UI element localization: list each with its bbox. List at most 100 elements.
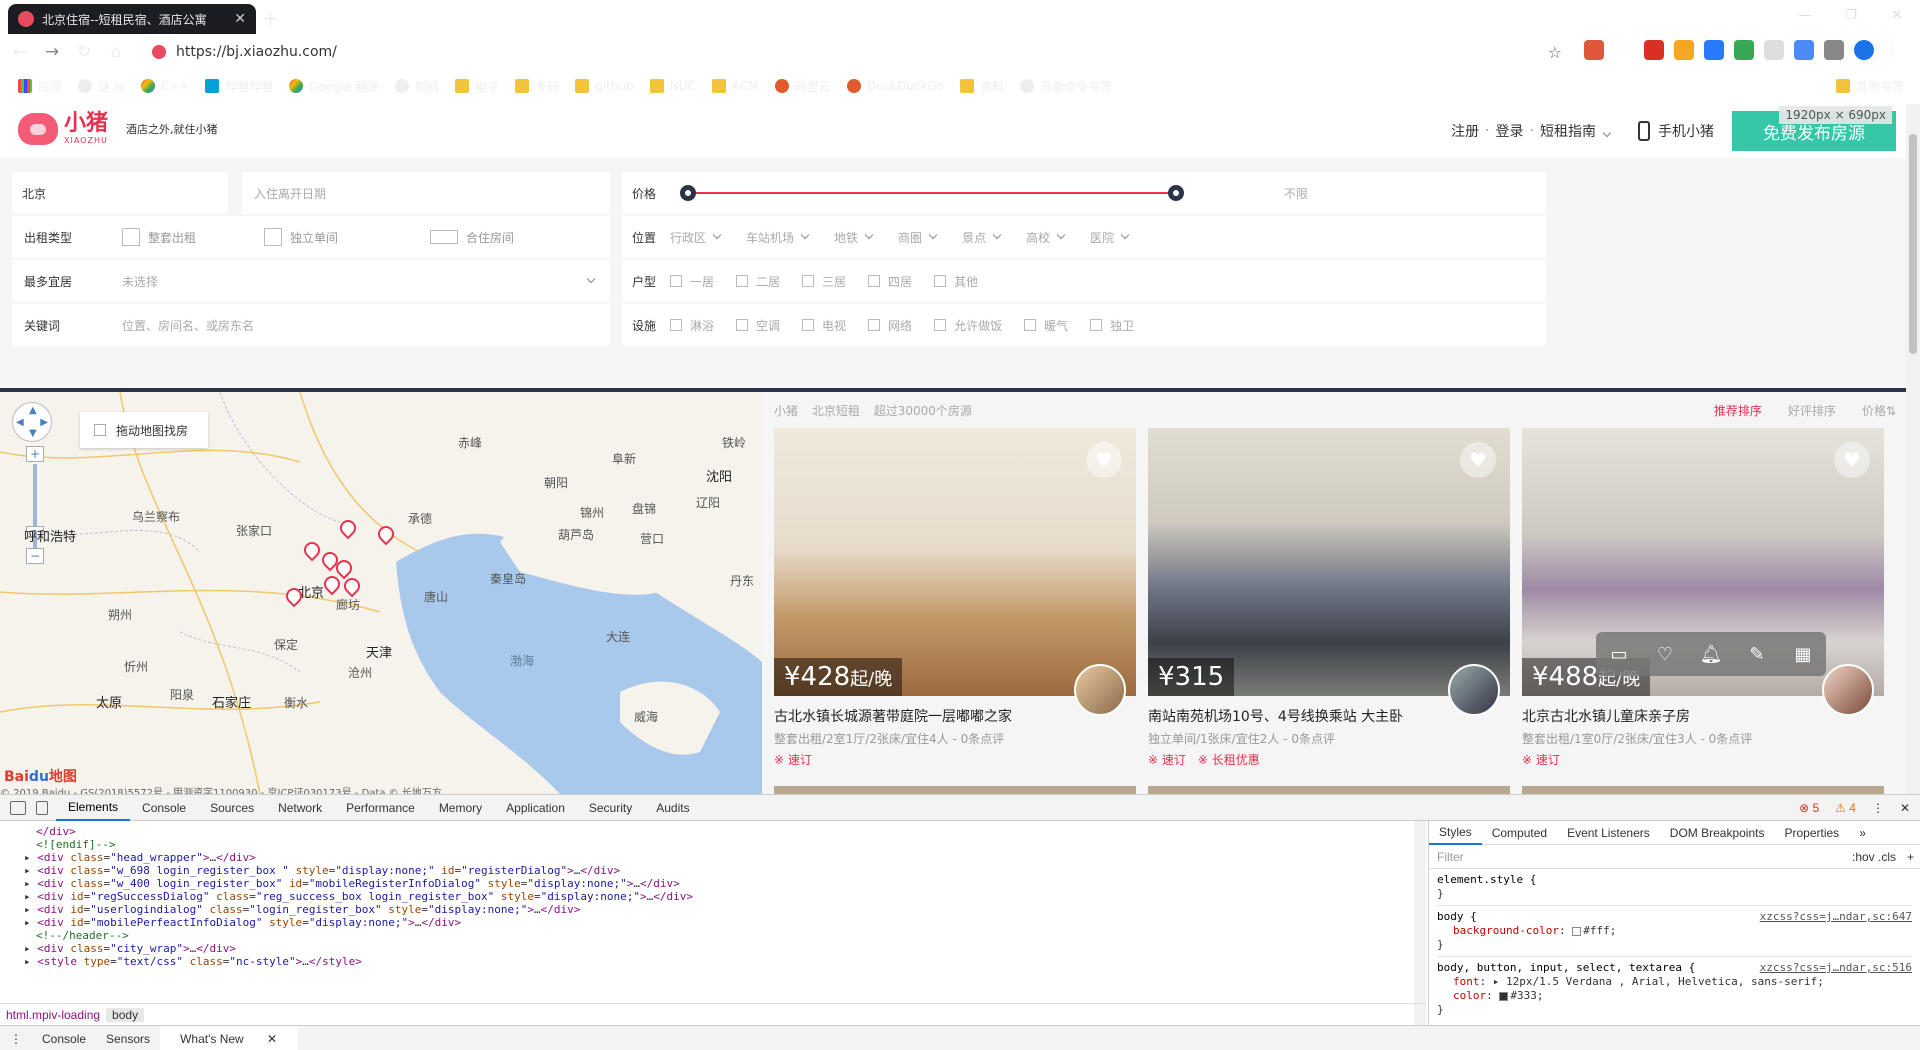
guests-select[interactable]: 最多宜居 未选择 (12, 260, 610, 302)
bookmark-item[interactable]: 阿里云 (769, 74, 837, 98)
baidu-map[interactable]: ▲ ▼ ◀ ▶ + − 拖动地图找房 赤峰 阜新 铁岭 沈阳 乌兰察布 张家口 承德… (0, 392, 762, 794)
price-min-handle[interactable] (680, 185, 696, 201)
drag-map-search-toggle[interactable]: 拖动地图找房 (80, 412, 208, 448)
close-tab-icon[interactable]: ✕ (234, 11, 246, 27)
bookmark-item[interactable]: 万能命令书签 (1014, 74, 1118, 98)
close-window-icon[interactable]: ✕ (1874, 0, 1920, 30)
reload-icon[interactable]: ↻ (68, 38, 100, 66)
zoom-out-icon[interactable]: − (26, 548, 44, 564)
bookmark-item[interactable]: C++ (135, 74, 196, 98)
tab-event-listeners[interactable]: Event Listeners (1557, 821, 1660, 845)
layout-checkbox[interactable]: 一居 (670, 273, 714, 290)
extension-icon[interactable] (1704, 40, 1724, 60)
scrollbar-thumb[interactable] (1909, 134, 1917, 354)
more-tabs-icon[interactable]: » (1849, 821, 1876, 845)
device-toolbar-icon[interactable] (36, 800, 48, 815)
listing-card[interactable]: ♥ ¥315 南站南苑机场10号、4号线换乘站 大主卧 独立单间/1张床/宜住2… (1148, 428, 1510, 768)
home-icon[interactable]: ⌂ (100, 38, 132, 66)
layout-checkbox[interactable]: 三居 (802, 273, 846, 290)
checkbox[interactable] (94, 424, 106, 436)
amenity-checkbox[interactable]: 淋浴 (670, 317, 714, 334)
browser-tab[interactable]: 北京住宿--短租民宿、酒店公寓 ✕ (8, 4, 256, 34)
drawer-tab-sensors[interactable]: Sensors (96, 1032, 160, 1046)
extension-icon[interactable] (1824, 40, 1844, 60)
host-avatar[interactable] (1822, 664, 1874, 716)
host-avatar[interactable] (1448, 664, 1500, 716)
layout-checkbox[interactable]: 二居 (736, 273, 780, 290)
location-hospital[interactable]: 医院 (1090, 229, 1130, 246)
amenity-checkbox[interactable]: 暖气 (1024, 317, 1068, 334)
amenity-checkbox[interactable]: 空调 (736, 317, 780, 334)
price-slider[interactable] (680, 185, 1184, 201)
bookmark-folder[interactable]: 电子 (449, 74, 505, 98)
hov-cls-toggles[interactable]: :hov .cls (1852, 850, 1896, 864)
extension-icon[interactable] (1674, 40, 1694, 60)
listing-photo[interactable]: ♥ ¥315 (1148, 428, 1510, 696)
location-business[interactable]: 商圈 (898, 229, 938, 246)
extension-icon[interactable] (1584, 40, 1604, 60)
login-link[interactable]: 登录 (1496, 121, 1524, 141)
city-field[interactable]: 北京 (12, 172, 228, 214)
favorite-heart-icon[interactable]: ♥ (1460, 442, 1496, 478)
layout-checkbox[interactable]: 其他 (934, 273, 978, 290)
listing-photo[interactable]: ♥ ¥428 起/晚 (774, 428, 1136, 696)
layout-checkbox[interactable]: 四居 (868, 273, 912, 290)
guide-dropdown[interactable]: 短租指南 (1540, 121, 1612, 141)
menu-icon[interactable]: ⋮ (1884, 40, 1904, 60)
other-bookmarks[interactable]: 其他书签 (1830, 74, 1910, 98)
tab-audits[interactable]: Audits (644, 795, 701, 821)
extension-icon[interactable] (1734, 40, 1754, 60)
tab-application[interactable]: Application (494, 795, 577, 821)
rent-type-room[interactable]: 独立单间 (264, 228, 338, 246)
bookmark-item[interactable]: 哔哩哔哩 (199, 74, 279, 98)
amenity-checkbox[interactable]: 电视 (802, 317, 846, 334)
restore-icon[interactable]: ❐ (1828, 0, 1874, 30)
bookmark-star-icon[interactable]: ☆ (1548, 43, 1562, 62)
bookmark-folder[interactable]: github (569, 74, 639, 98)
tab-computed[interactable]: Computed (1482, 821, 1557, 845)
bell-icon[interactable]: 🔔︎ (1699, 644, 1723, 665)
location-district[interactable]: 行政区 (670, 229, 722, 246)
favorite-heart-icon[interactable]: ♥ (1086, 442, 1122, 478)
sort-price[interactable]: 价格⇅ (1862, 402, 1896, 419)
tab-styles[interactable]: Styles (1429, 821, 1482, 845)
zoom-slider[interactable]: + − (26, 446, 44, 586)
bookmark-item[interactable]: Google 翻译 (283, 74, 385, 98)
chat-icon[interactable]: ▭ (1607, 644, 1631, 665)
breadcrumb-item[interactable]: 小猪 (774, 404, 798, 418)
bookmark-folder[interactable]: NUC (644, 74, 702, 98)
amenity-checkbox[interactable]: 独卫 (1090, 317, 1134, 334)
bookmark-folder[interactable]: 资料 (954, 74, 1010, 98)
bookmark-folder[interactable]: ACM (706, 74, 765, 98)
bookmark-apps[interactable]: 应用 (12, 74, 68, 98)
qrcode-icon[interactable]: ▦ (1791, 644, 1815, 665)
location-station[interactable]: 车站机场 (746, 229, 810, 246)
edit-icon[interactable]: ✎ (1745, 644, 1769, 665)
close-icon[interactable]: ✕ (257, 1032, 287, 1046)
styles-filter-input[interactable]: Filter :hov .cls + (1429, 845, 1920, 869)
mobile-app-link[interactable]: 手机小猪 (1638, 121, 1714, 141)
favorite-heart-icon[interactable]: ♥ (1834, 442, 1870, 478)
rent-type-shared[interactable]: 合住房间 (430, 229, 514, 246)
extension-icon[interactable] (1614, 40, 1634, 60)
breadcrumb-item[interactable]: 北京短租 (812, 404, 860, 418)
tab-network[interactable]: Network (266, 795, 334, 821)
tab-elements[interactable]: Elements (56, 795, 131, 821)
breadcrumb-body[interactable]: body (106, 1007, 145, 1022)
location-university[interactable]: 高校 (1026, 229, 1066, 246)
forward-icon[interactable]: → (36, 38, 68, 66)
breadcrumb-html[interactable]: html.mpiv-loading (0, 1008, 106, 1022)
host-avatar[interactable] (1074, 664, 1126, 716)
amenity-checkbox[interactable]: 允许做饭 (934, 317, 1002, 334)
inspect-icon[interactable] (10, 800, 26, 815)
location-sights[interactable]: 景点 (962, 229, 1002, 246)
amenity-checkbox[interactable]: 网络 (868, 317, 912, 334)
page-scrollbar[interactable] (1906, 104, 1920, 794)
tab-console[interactable]: Console (130, 795, 198, 821)
extension-icon[interactable] (1644, 40, 1664, 60)
tab-sources[interactable]: Sources (198, 795, 266, 821)
bookmark-folder[interactable]: 考研 (509, 74, 565, 98)
add-rule-icon[interactable]: + (1907, 850, 1914, 864)
drawer-tab-console[interactable]: Console (32, 1032, 96, 1046)
warning-count[interactable]: ⚠ 4 (1835, 801, 1856, 815)
